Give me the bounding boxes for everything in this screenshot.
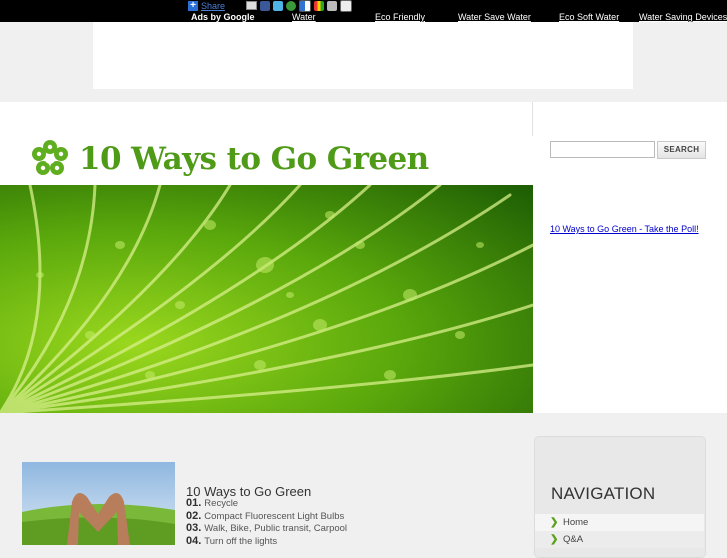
list-item-text: Compact Fluorescent Light Bulbs (204, 510, 345, 522)
navigation-title: NAVIGATION (551, 484, 656, 503)
ad-link-water-saving-devices[interactable]: Water Saving Devices (639, 12, 727, 22)
share-link[interactable]: Share (201, 1, 225, 11)
leaf-illustration (0, 185, 533, 413)
list-item: 02. Compact Fluorescent Light Bulbs (186, 510, 347, 523)
nav-item-label: Home (563, 517, 589, 528)
stumbleupon-icon[interactable] (286, 0, 297, 11)
list-item: 04. Turn off the lights (186, 535, 347, 548)
ads-by-google-label: Ads by Google (191, 12, 255, 22)
print-icon[interactable] (340, 0, 353, 12)
facebook-icon[interactable] (260, 0, 271, 11)
google-icon[interactable] (314, 0, 325, 11)
email-icon[interactable] (246, 1, 258, 10)
header-divider (532, 102, 533, 136)
ad-link-eco-friendly[interactable]: Eco Friendly (375, 12, 425, 22)
hero-leaf-image (0, 185, 533, 413)
myspace-icon[interactable] (327, 0, 338, 11)
twitter-icon[interactable] (273, 0, 284, 11)
nav-item-label: Q&A (563, 534, 584, 545)
clover-logo-icon[interactable] (30, 139, 70, 179)
list-item-number: 01. (186, 497, 202, 509)
share-toolbar: + Share (188, 0, 353, 12)
site-title[interactable]: 10 Ways to Go Green (79, 141, 429, 177)
chevron-right-icon: ❯ (550, 517, 559, 528)
search-input[interactable] (550, 141, 655, 158)
nav-item-qa[interactable]: ❯ Q&A (535, 531, 704, 548)
post-list: 01. Recycle 02. Compact Fluorescent Light … (186, 497, 347, 547)
ad-link-eco-soft-water[interactable]: Eco Soft Water (559, 12, 619, 22)
heart-hands-image (22, 462, 175, 545)
list-item-text: Recycle (204, 498, 239, 509)
take-the-poll-link[interactable]: 10 Ways to Go Green - Take the Poll! (550, 224, 699, 234)
ad-link-water-save-water[interactable]: Water Save Water (458, 12, 531, 22)
list-item: 03. Walk, Bike, Public transit, Carpool (186, 522, 347, 535)
post-thumbnail[interactable] (22, 462, 175, 545)
list-item-number: 03. (186, 522, 202, 534)
nav-item-home[interactable]: ❯ Home (535, 514, 704, 531)
list-item-text: Walk, Bike, Public transit, Carpool (204, 523, 348, 534)
plus-share-icon[interactable]: + (188, 0, 198, 11)
search-button[interactable]: SEARCH (657, 141, 706, 159)
list-item-number: 02. (186, 509, 202, 522)
list-item: 01. Recycle (186, 497, 347, 510)
delicious-icon[interactable] (299, 0, 312, 12)
ad-banner-area (93, 22, 633, 89)
chevron-right-icon: ❯ (550, 534, 559, 545)
ad-link-water[interactable]: Water (292, 12, 316, 22)
